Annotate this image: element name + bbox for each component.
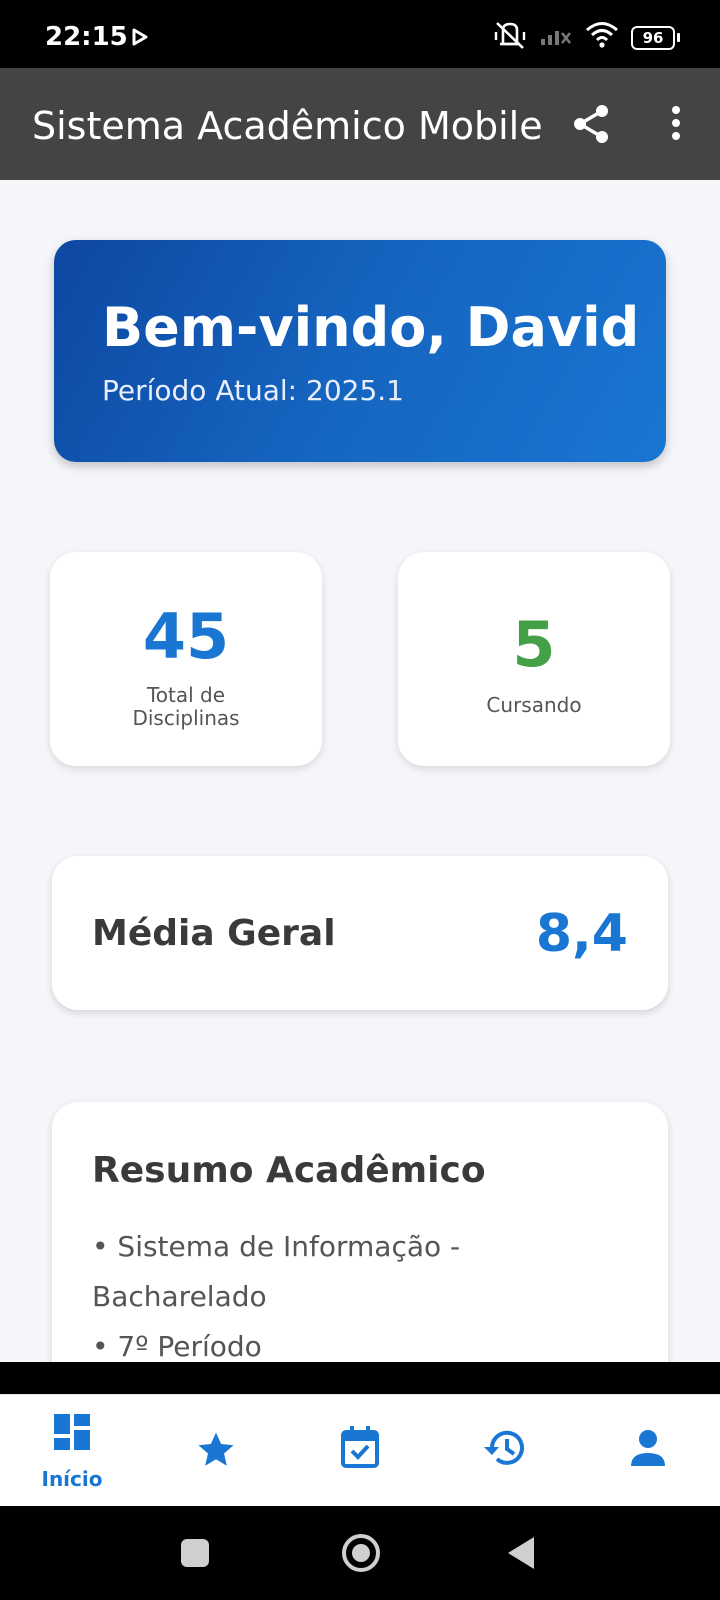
- total-subjects-label-line1: Total de: [146, 683, 226, 707]
- welcome-title: Bem-vindo, David: [102, 296, 640, 359]
- dashboard-icon: [53, 1413, 91, 1456]
- app-bar: Sistema Acadêmico Mobile: [0, 68, 720, 180]
- bottom-navigation: Início: [0, 1394, 720, 1507]
- summary-list: • Sistema de Informação - Bacharelado • …: [92, 1222, 612, 1362]
- enrolled-subjects-value: 5: [512, 608, 556, 681]
- history-icon: [482, 1427, 526, 1474]
- total-subjects-value: 45: [142, 600, 230, 673]
- nav-favorites[interactable]: [144, 1395, 288, 1507]
- app-title: Sistema Acadêmico Mobile: [32, 104, 543, 148]
- main-content[interactable]: Bem-vindo, David Período Atual: 2025.1 4…: [0, 180, 720, 1362]
- nav-home[interactable]: Início: [0, 1395, 144, 1507]
- signal-icon: [539, 23, 573, 52]
- status-time: 22:15: [45, 22, 128, 52]
- home-button[interactable]: [340, 1532, 382, 1579]
- academic-summary-card: Resumo Acadêmico • Sistema de Informação…: [52, 1102, 668, 1362]
- total-subjects-card[interactable]: 45 Total de Disciplinas: [50, 552, 322, 766]
- enrolled-subjects-card[interactable]: 5 Cursando: [398, 552, 670, 766]
- status-bar: 22:15 96: [0, 0, 720, 68]
- nav-history[interactable]: [432, 1395, 576, 1507]
- average-label: Média Geral: [92, 913, 336, 954]
- battery-level: 96: [631, 25, 675, 50]
- cast-icon: [132, 28, 148, 51]
- back-button[interactable]: [506, 1536, 536, 1575]
- vibrate-mute-icon: [493, 20, 527, 55]
- summary-item: • Sistema de Informação - Bacharelado: [92, 1230, 461, 1313]
- summary-item: • 7º Período: [92, 1330, 262, 1362]
- nav-profile[interactable]: [576, 1395, 720, 1507]
- summary-title: Resumo Acadêmico: [92, 1150, 486, 1191]
- wifi-icon: [585, 21, 619, 54]
- share-icon[interactable]: [570, 102, 614, 146]
- nav-home-label: Início: [41, 1467, 103, 1491]
- average-value: 8,4: [535, 904, 628, 964]
- average-card[interactable]: Média Geral 8,4: [52, 856, 668, 1010]
- total-subjects-label-line2: Disciplinas: [132, 706, 240, 730]
- system-navigation-bar: [0, 1506, 720, 1600]
- person-icon: [629, 1429, 667, 1472]
- battery-icon: 96: [631, 25, 680, 50]
- star-icon: [195, 1429, 237, 1476]
- welcome-card: Bem-vindo, David Período Atual: 2025.1: [54, 240, 666, 462]
- recent-apps-button[interactable]: [180, 1538, 210, 1573]
- calendar-check-icon: [340, 1425, 380, 1474]
- nav-schedule[interactable]: [288, 1395, 432, 1507]
- enrolled-subjects-label: Cursando: [486, 693, 582, 717]
- current-period: Período Atual: 2025.1: [102, 374, 404, 407]
- status-icons: 96: [493, 20, 680, 55]
- more-options-icon[interactable]: [662, 102, 690, 146]
